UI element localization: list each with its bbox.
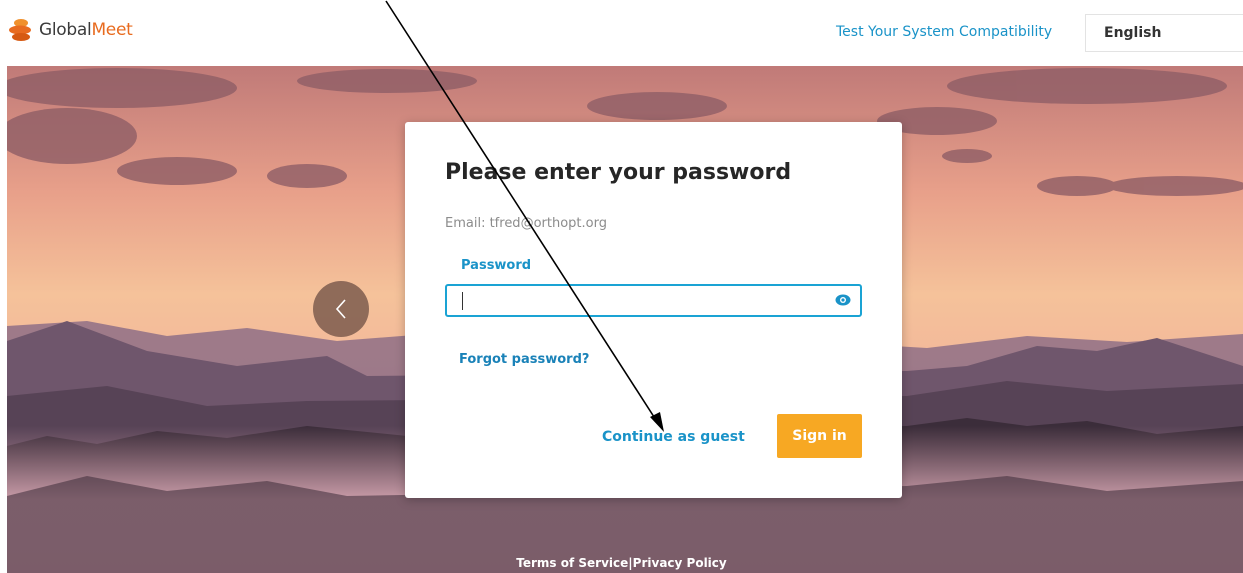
footer-links: Terms of Service|Privacy Policy xyxy=(0,556,1243,570)
text-cursor xyxy=(462,292,463,310)
eye-icon[interactable] xyxy=(835,294,851,306)
logo-text-suffix: Meet xyxy=(91,20,133,40)
logo-text: GlobalMeet xyxy=(39,20,133,40)
globalmeet-logo-icon xyxy=(9,19,31,41)
logo-text-prefix: Global xyxy=(39,20,92,40)
page-title: Please enter your password xyxy=(445,160,792,185)
top-header: GlobalMeet Test Your System Compatibilit… xyxy=(0,0,1243,66)
password-card: Please enter your password Email: tfred@… xyxy=(405,122,902,498)
continue-as-guest-link[interactable]: Continue as guest xyxy=(602,429,745,445)
privacy-policy-link[interactable]: Privacy Policy xyxy=(633,556,727,570)
chevron-left-icon xyxy=(335,299,346,319)
sign-in-button[interactable]: Sign in xyxy=(777,414,862,458)
password-input[interactable] xyxy=(445,284,862,317)
password-label: Password xyxy=(461,258,532,273)
language-select[interactable]: English xyxy=(1085,14,1243,52)
terms-of-service-link[interactable]: Terms of Service xyxy=(516,556,628,570)
test-compatibility-link[interactable]: Test Your System Compatibility xyxy=(836,24,1052,40)
globalmeet-logo[interactable]: GlobalMeet xyxy=(8,18,133,42)
carousel-prev-button[interactable] xyxy=(313,281,369,337)
forgot-password-link[interactable]: Forgot password? xyxy=(459,352,589,367)
email-display: Email: tfred@orthopt.org xyxy=(445,216,607,231)
